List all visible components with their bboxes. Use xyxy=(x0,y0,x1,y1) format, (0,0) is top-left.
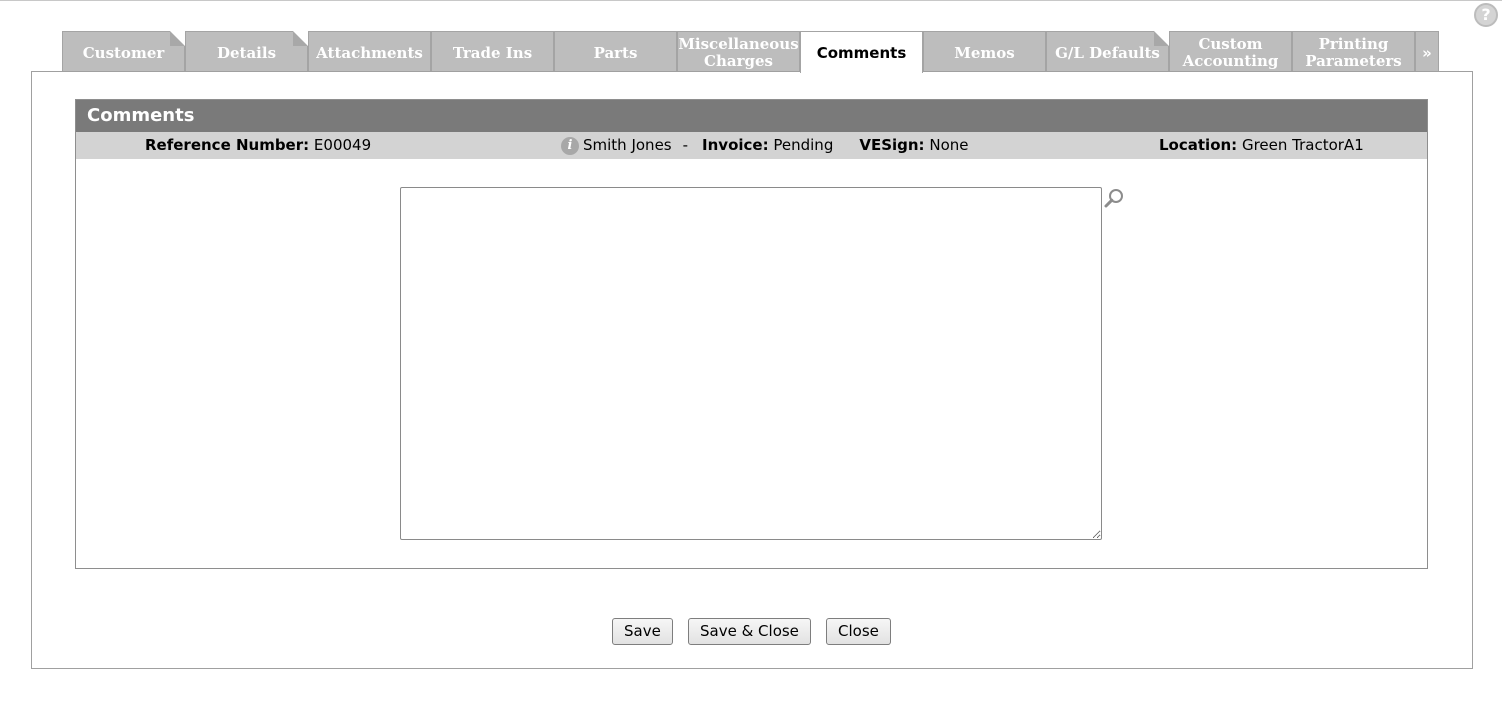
tab-attachments[interactable]: Attachments xyxy=(308,31,431,72)
tab-custom-accounting[interactable]: Custom Accounting xyxy=(1169,31,1292,72)
reference-number: Reference Number: E00049 xyxy=(145,132,371,159)
location: Location: Green TractorA1 xyxy=(1159,132,1364,159)
location-value: Green TractorA1 xyxy=(1241,136,1364,154)
top-divider xyxy=(0,0,1502,1)
tab-customer[interactable]: Customer xyxy=(62,31,185,72)
separator: - xyxy=(682,136,689,154)
save-and-close-button[interactable]: Save & Close xyxy=(688,618,811,645)
reference-number-value: E00049 xyxy=(313,136,372,154)
tab-miscellaneous-charges[interactable]: Miscellaneous Charges xyxy=(677,31,800,72)
tab-trade-ins[interactable]: Trade Ins xyxy=(431,31,554,72)
tab-memos[interactable]: Memos xyxy=(923,31,1046,72)
save-button[interactable]: Save xyxy=(612,618,673,645)
tab-comments[interactable]: Comments xyxy=(800,31,923,73)
section-title: Comments xyxy=(76,100,1427,132)
tab-gl-defaults[interactable]: G/L Defaults xyxy=(1046,31,1169,72)
invoice-value: Pending xyxy=(773,136,834,154)
comments-textarea[interactable] xyxy=(400,187,1102,540)
location-label: Location: xyxy=(1159,136,1238,154)
more-tabs-button[interactable]: » xyxy=(1415,31,1439,72)
close-button[interactable]: Close xyxy=(826,618,891,645)
tab-bar: Customer Details Attachments Trade Ins P… xyxy=(62,31,1439,73)
vesign-value: None xyxy=(929,136,969,154)
customer-invoice-info: i Smith Jones - Invoice: Pending VESign:… xyxy=(561,132,968,159)
vesign-label: VESign: xyxy=(859,136,925,154)
record-info-bar: Reference Number: E00049 i Smith Jones -… xyxy=(76,132,1427,159)
reference-number-label: Reference Number: xyxy=(145,136,310,154)
tab-details[interactable]: Details xyxy=(185,31,308,72)
info-icon[interactable]: i xyxy=(561,136,579,155)
tab-printing-parameters[interactable]: Printing Parameters xyxy=(1292,31,1415,72)
tab-parts[interactable]: Parts xyxy=(554,31,677,72)
help-icon[interactable]: ? xyxy=(1474,3,1498,27)
magnifier-icon[interactable] xyxy=(1103,187,1127,211)
customer-name: Smith Jones xyxy=(583,136,672,154)
invoice-label: Invoice: xyxy=(702,136,769,154)
